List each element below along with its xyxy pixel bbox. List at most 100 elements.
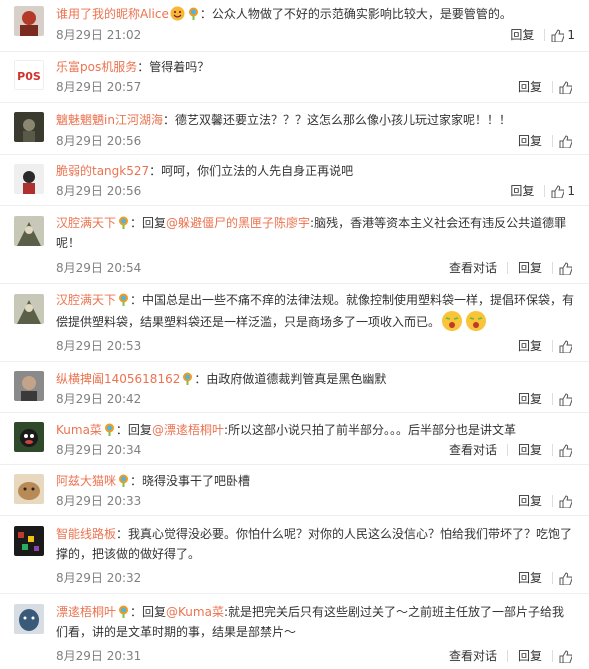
thumbs-up-icon: [551, 28, 565, 42]
comment-item: Kuma菜 ：回复@漂逺梧桐叶:所以这部小说只拍了前半部分。。。后半部分也是讲文革…: [0, 413, 589, 465]
comment-list: 谁用了我的昵称Alice ：公众人物做了不好的示范确实影响比较大，是要管管的。 8…: [0, 0, 589, 669]
reply-button[interactable]: 回复: [506, 27, 538, 43]
like-button[interactable]: [559, 571, 575, 585]
reply-button[interactable]: 回复: [514, 260, 546, 276]
comment-username[interactable]: Kuma菜: [56, 423, 102, 437]
avatar-image: [14, 371, 44, 401]
reply-button[interactable]: 回复: [514, 133, 546, 149]
avatar-image: [14, 164, 44, 194]
like-button[interactable]: [559, 134, 575, 148]
divider: [544, 29, 546, 41]
comment-username[interactable]: 汉腔满天下: [56, 216, 116, 230]
comment-text: ：中国总是出一些不痛不痒的法律法规。就像控制使用塑料袋一样，提倡环保袋，有偿提供…: [56, 293, 575, 329]
avatar-image: [14, 474, 44, 504]
comment-body: 智能线路板：我真心觉得没必要。你怕什么呢？对你的人民这么没信心？怕给我们带坏了？…: [56, 524, 575, 564]
comment-actions: 回复: [514, 79, 575, 95]
comment-item: 纵横捭阖1405618162 ：由政府做道德裁判管真是黑色幽默 8月29日 20:…: [0, 362, 589, 413]
reply-button[interactable]: 回复: [514, 79, 546, 95]
avatar[interactable]: [14, 371, 44, 401]
vip-badge-icon[interactable]: [104, 422, 115, 436]
thumbs-up-icon: [559, 649, 572, 663]
like-button[interactable]: 1: [551, 183, 575, 199]
comment-text: ：由政府做道德裁判管真是黑色幽默: [194, 372, 387, 386]
avatar[interactable]: [14, 294, 44, 324]
avatar[interactable]: [14, 112, 44, 142]
like-button[interactable]: [559, 443, 575, 457]
reply-button[interactable]: 回复: [506, 183, 538, 199]
view-conversation-button[interactable]: 查看对话: [445, 260, 501, 276]
like-button[interactable]: [559, 339, 575, 353]
vip-badge-icon[interactable]: [118, 292, 129, 306]
comment-body: 纵横捭阖1405618162 ：由政府做道德裁判管真是黑色幽默: [56, 369, 575, 389]
avatar[interactable]: [14, 6, 44, 36]
like-button[interactable]: [559, 80, 575, 94]
avatar[interactable]: [14, 216, 44, 246]
comment-username[interactable]: 智能线路板: [56, 527, 116, 541]
vip-badge-icon[interactable]: [118, 473, 129, 487]
comment-time: 8月29日 20:42: [56, 392, 142, 406]
like-button[interactable]: [559, 649, 575, 663]
mention-link[interactable]: @Kuma菜: [166, 605, 224, 619]
vip-badge-icon[interactable]: [118, 604, 129, 618]
comment-text: ：我真心觉得没必要。你怕什么呢？对你的人民这么没信心？怕给我们带坏了？吃饱了撑的…: [56, 527, 573, 561]
like-button[interactable]: [559, 261, 575, 275]
comment-body: 漂逺梧桐叶 ：回复@Kuma菜:就是把完关后只有这些剧过关了～之前班主任放了一部片…: [56, 602, 575, 642]
comment-item: 汉腔满天下 ：回复@躲避僵尸的黑匣子陈廖宇:脑残，香港等资本主义社会还有违反公共道…: [0, 206, 589, 284]
avatar[interactable]: [14, 422, 44, 452]
comment-body: 谁用了我的昵称Alice ：公众人物做了不好的示范确实影响比较大，是要管管的。: [56, 4, 575, 24]
avatar[interactable]: [14, 164, 44, 194]
comment-item: P0S 乐富pos机服务：管得着吗？ 8月29日 20:57 回复: [0, 52, 589, 103]
comment-time: 8月29日 20:31: [56, 649, 142, 663]
comment-item: 魑魅魍魉in江河湖海：德艺双馨还要立法？？？这怎么那么像小孩儿玩过家家呢！！！ …: [0, 103, 589, 155]
vip-badge-icon[interactable]: [188, 6, 199, 20]
comment-item: 漂逺梧桐叶 ：回复@Kuma菜:就是把完关后只有这些剧过关了～之前班主任放了一部片…: [0, 594, 589, 669]
comment-username[interactable]: 纵横捭阖1405618162: [56, 372, 180, 386]
view-conversation-button[interactable]: 查看对话: [445, 442, 501, 458]
mention-link[interactable]: @漂逺梧桐叶: [152, 423, 224, 437]
avatar[interactable]: [14, 526, 44, 556]
comment-time: 8月29日 20:34: [56, 443, 142, 457]
comment-actions: 回复 1: [506, 183, 575, 199]
comment-actions: 查看对话 回复: [445, 442, 575, 458]
comment-body: Kuma菜 ：回复@漂逺梧桐叶:所以这部小说只拍了前半部分。。。后半部分也是讲文革: [56, 420, 575, 440]
comment-time: 8月29日 21:02: [56, 28, 142, 42]
like-button[interactable]: [559, 392, 575, 406]
comment-username[interactable]: 漂逺梧桐叶: [56, 605, 116, 619]
vip-badge-icon[interactable]: [118, 215, 129, 229]
comment-time: 8月29日 20:54: [56, 261, 142, 275]
divider: [506, 262, 508, 274]
avatar[interactable]: P0S: [14, 60, 44, 90]
comment-username[interactable]: 魑魅魍魉in江河湖海: [56, 113, 163, 127]
divider: [506, 650, 508, 662]
reply-button[interactable]: 回复: [514, 493, 546, 509]
vip-badge-icon[interactable]: [182, 371, 193, 385]
like-button[interactable]: 1: [551, 27, 575, 43]
reply-prefix: ：回复: [130, 216, 167, 230]
comment-time: 8月29日 20:56: [56, 184, 142, 198]
avatar[interactable]: [14, 474, 44, 504]
comment-username[interactable]: 脆弱的tangk527: [56, 164, 149, 178]
avatar[interactable]: [14, 604, 44, 634]
emoji-icon: [441, 310, 463, 332]
comment-username[interactable]: 乐富pos机服务: [56, 60, 137, 74]
comment-username[interactable]: 谁用了我的昵称Alice: [56, 7, 169, 21]
reply-button[interactable]: 回复: [514, 442, 546, 458]
reply-button[interactable]: 回复: [514, 391, 546, 407]
reply-button[interactable]: 回复: [514, 570, 546, 586]
comment-username[interactable]: 汉腔满天下: [56, 293, 116, 307]
view-conversation-button[interactable]: 查看对话: [445, 648, 501, 664]
comment-item: 智能线路板：我真心觉得没必要。你怕什么呢？对你的人民这么没信心？怕给我们带坏了？…: [0, 516, 589, 594]
comment-time: 8月29日 20:33: [56, 494, 142, 508]
mention-link[interactable]: @躲避僵尸的黑匣子陈廖宇: [166, 216, 310, 230]
like-count: 1: [567, 28, 575, 42]
divider: [552, 81, 553, 93]
comment-actions: 回复: [514, 493, 575, 509]
thumbs-up-icon: [559, 80, 572, 94]
comment-actions: 回复: [514, 570, 575, 586]
reply-button[interactable]: 回复: [514, 648, 546, 664]
reply-button[interactable]: 回复: [514, 338, 546, 354]
like-button[interactable]: [559, 494, 575, 508]
thumbs-up-icon: [559, 494, 572, 508]
comment-username[interactable]: 阿兹大猫咪: [56, 474, 116, 488]
comment-time: 8月29日 20:57: [56, 80, 142, 94]
